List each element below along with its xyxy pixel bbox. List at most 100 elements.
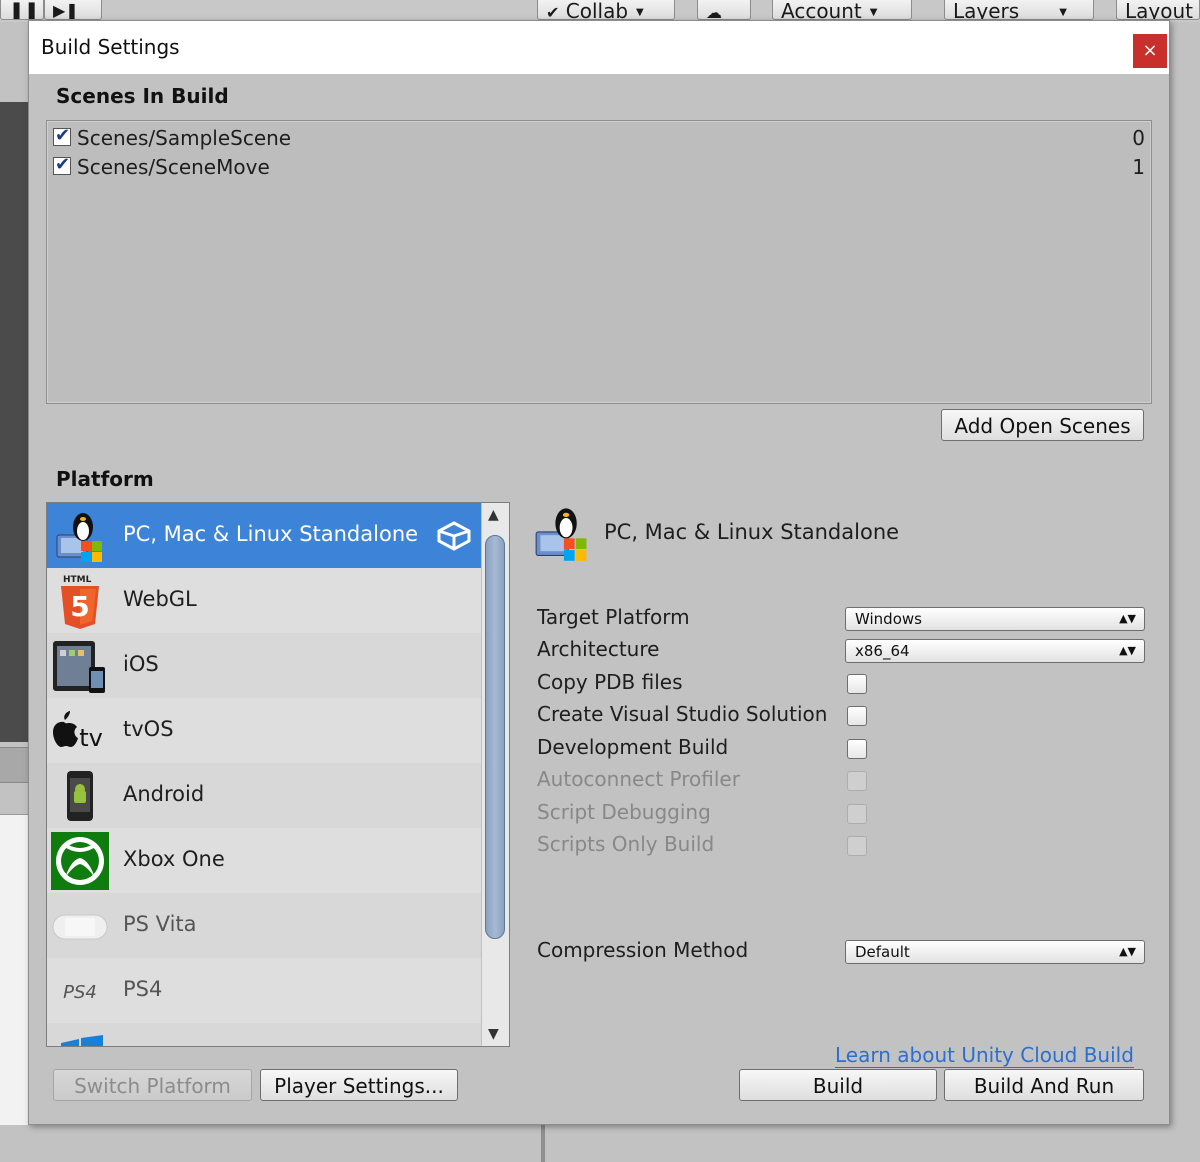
add-open-scenes-button[interactable]: Add Open Scenes <box>941 409 1144 441</box>
layout-button[interactable]: Layout <box>1116 0 1200 20</box>
architecture-label: Architecture <box>537 637 660 661</box>
player-settings-button[interactable]: Player Settings... <box>260 1069 458 1101</box>
close-icon: × <box>1142 40 1158 61</box>
target-platform-select[interactable]: Windows ▲▼ <box>845 607 1145 631</box>
scene-index: 0 <box>1132 126 1145 150</box>
scene-index: 1 <box>1132 155 1145 179</box>
select-arrows-icon: ▲▼ <box>1119 644 1136 657</box>
build-and-run-button[interactable]: Build And Run <box>944 1069 1144 1101</box>
scroll-up-arrow-icon[interactable]: ▲ <box>488 507 499 523</box>
switch-platform-button[interactable]: Switch Platform <box>53 1069 252 1101</box>
scene-row[interactable]: Scenes/SampleScene 0 <box>51 125 1147 153</box>
scene-view-strip <box>0 102 28 742</box>
html5-icon: HTML 5 <box>61 575 99 629</box>
platform-heading: Platform <box>56 467 154 491</box>
scenes-list[interactable]: Scenes/SampleScene 0 Scenes/SceneMove 1 <box>46 120 1152 404</box>
platform-item-windows-store[interactable] <box>47 1023 481 1046</box>
scene-name: Scenes/SceneMove <box>77 155 270 179</box>
collab-button[interactable]: ✔ Collab ▼ <box>537 0 675 20</box>
platform-label: PS4 <box>123 977 163 1001</box>
account-button[interactable]: Account ▼ <box>772 0 912 20</box>
copy-pdb-label: Copy PDB files <box>537 670 683 694</box>
panel-tab-strip <box>0 747 28 783</box>
apple-tv-caption: tv <box>79 724 103 752</box>
cloud-icon: ☁ <box>706 3 722 20</box>
android-phone-icon <box>67 771 93 821</box>
create-vs-row: Create Visual Studio Solution <box>537 700 1147 730</box>
scene-checkbox[interactable] <box>53 154 71 175</box>
platform-label: WebGL <box>123 587 197 611</box>
select-arrows-icon: ▲▼ <box>1119 612 1136 625</box>
hierarchy-strip <box>0 814 28 1127</box>
step-button[interactable]: ▶❚ <box>44 0 102 20</box>
cloud-button[interactable]: ☁ <box>697 0 751 20</box>
check-circle-icon: ✔ <box>546 3 560 20</box>
pc-mac-linux-icon <box>535 508 587 561</box>
platform-item-tvos[interactable]: tv tvOS <box>47 698 481 763</box>
development-build-row: Development Build <box>537 733 1147 763</box>
scripts-only-label: Scripts Only Build <box>537 832 715 856</box>
close-button[interactable]: × <box>1133 34 1167 68</box>
html5-caption: HTML <box>63 575 92 585</box>
scroll-thumb[interactable] <box>485 535 505 939</box>
scene-row[interactable]: Scenes/SceneMove 1 <box>51 154 1147 182</box>
scroll-down-arrow-icon[interactable]: ▼ <box>488 1026 499 1042</box>
title-bar[interactable]: Build Settings × <box>29 21 1169 74</box>
autoconnect-profiler-label: Autoconnect Profiler <box>537 767 740 791</box>
scene-name: Scenes/SampleScene <box>77 126 292 150</box>
select-arrows-icon: ▲▼ <box>1119 945 1136 958</box>
ps-vita-icon <box>52 914 108 940</box>
dropdown-arrow-icon: ▼ <box>869 6 878 18</box>
create-vs-checkbox[interactable] <box>847 706 867 726</box>
platform-label: PC, Mac & Linux Standalone <box>123 522 419 546</box>
platform-item-ps-vita[interactable]: PS Vita <box>47 893 481 958</box>
pause-button[interactable]: ❚❚ <box>0 0 44 20</box>
xbox-icon <box>51 832 109 890</box>
unity-cloud-build-link[interactable]: Learn about Unity Cloud Build <box>835 1043 1134 1068</box>
autoconnect-profiler-row: Autoconnect Profiler <box>537 765 1147 795</box>
script-debugging-label: Script Debugging <box>537 800 711 824</box>
platform-label: iOS <box>123 652 159 676</box>
dropdown-arrow-icon: ▼ <box>636 6 644 18</box>
compression-select[interactable]: Default ▲▼ <box>845 940 1145 964</box>
windows-logo-icon <box>61 1035 103 1046</box>
copy-pdb-checkbox[interactable] <box>847 674 867 694</box>
platform-item-standalone[interactable]: PC, Mac & Linux Standalone <box>47 503 481 568</box>
account-label: Account <box>781 0 862 20</box>
development-build-checkbox[interactable] <box>847 739 867 759</box>
platform-label: tvOS <box>123 717 174 741</box>
svg-text:5: 5 <box>70 590 89 623</box>
collab-label: Collab <box>565 0 629 20</box>
platform-item-android[interactable]: Android <box>47 763 481 828</box>
copy-pdb-row: Copy PDB files <box>537 668 1147 698</box>
platform-item-ps4[interactable]: PS4 PS4 <box>47 958 481 1023</box>
development-build-label: Development Build <box>537 735 729 759</box>
target-platform-value: Windows <box>855 610 922 628</box>
platform-item-webgl[interactable]: HTML 5 WebGL <box>47 568 481 633</box>
script-debugging-row: Script Debugging <box>537 798 1147 828</box>
dialog-title: Build Settings <box>41 35 180 59</box>
platform-scrollbar[interactable]: ▲ ▼ <box>481 503 509 1046</box>
ios-device-icon <box>53 641 105 693</box>
autoconnect-profiler-checkbox <box>847 771 867 791</box>
platform-item-ios[interactable]: iOS <box>47 633 481 698</box>
settings-title: PC, Mac & Linux Standalone <box>604 520 900 544</box>
panel-divider[interactable] <box>541 1125 545 1162</box>
compression-row: Compression Method Default ▲▼ <box>537 936 1147 966</box>
script-debugging-checkbox <box>847 804 867 824</box>
compression-label: Compression Method <box>537 938 749 962</box>
architecture-select[interactable]: x86_64 ▲▼ <box>845 639 1145 663</box>
build-button[interactable]: Build <box>739 1069 937 1101</box>
editor-bottom-panel <box>0 1125 1200 1162</box>
architecture-row: Architecture x86_64 ▲▼ <box>537 635 1147 665</box>
scene-checkbox[interactable] <box>53 125 71 146</box>
platform-label: Android <box>123 782 205 806</box>
editor-left-panel <box>0 22 28 1162</box>
scripts-only-row: Scripts Only Build <box>537 830 1147 860</box>
platform-settings-panel: PC, Mac & Linux Standalone Target Platfo… <box>534 502 1147 1068</box>
target-platform-label: Target Platform <box>537 605 690 629</box>
platform-item-xbox-one[interactable]: Xbox One <box>47 828 481 893</box>
layers-button[interactable]: Layers ▼ <box>944 0 1094 20</box>
architecture-value: x86_64 <box>855 642 910 660</box>
platform-list[interactable]: PC, Mac & Linux Standalone HTML 5 WebGL <box>46 502 510 1047</box>
